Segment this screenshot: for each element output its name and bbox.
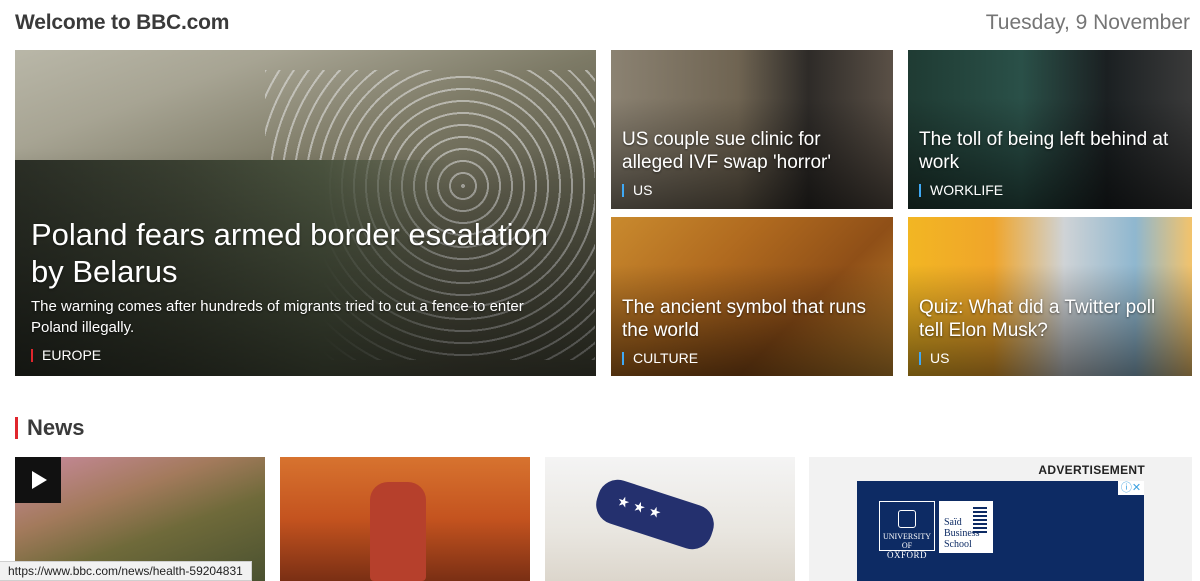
date-display: Tuesday, 9 November (985, 11, 1190, 34)
hero-section-tag[interactable]: EUROPE (31, 348, 101, 362)
ad-banner[interactable]: ⓘ✕ UNIVERSITY OF OXFORD Saïd Business Sc… (857, 481, 1144, 581)
story-card[interactable]: Quiz: What did a Twitter poll tell Elon … (908, 217, 1192, 376)
said-logo-mark-icon (973, 507, 987, 533)
story-section-tag[interactable]: CULTURE (622, 351, 698, 365)
story-headline[interactable]: The ancient symbol that runs the world (622, 296, 883, 342)
story-headline[interactable]: US couple sue clinic for alleged IVF swa… (622, 128, 883, 174)
news-thumbnail[interactable] (545, 457, 795, 581)
advertisement: ADVERTISEMENT ⓘ✕ UNIVERSITY OF OXFORD Sa… (809, 457, 1192, 581)
oxford-top-text: UNIVERSITY OF (883, 532, 931, 550)
top-bar: Welcome to BBC.com Tuesday, 9 November (0, 0, 1200, 40)
story-card[interactable]: The toll of being left behind at work WO… (908, 50, 1192, 209)
story-headline[interactable]: The toll of being left behind at work (919, 128, 1182, 174)
ad-choices-close-icon[interactable]: ⓘ✕ (1118, 481, 1144, 495)
oxford-logo: UNIVERSITY OF OXFORD (879, 501, 935, 560)
hero-summary: The warning comes after hundreds of migr… (31, 298, 524, 336)
news-thumbnail[interactable] (280, 457, 530, 581)
status-bar-url: https://www.bbc.com/news/health-59204831 (0, 561, 252, 581)
play-icon[interactable] (15, 457, 61, 503)
story-section-tag[interactable]: US (622, 183, 652, 197)
ad-label: ADVERTISEMENT (1038, 463, 1145, 477)
oxford-name-text: OXFORD (886, 550, 927, 560)
thumbnail-figure (370, 482, 426, 581)
hero-headline[interactable]: Poland fears armed border escalation by … (31, 216, 586, 290)
story-section-tag[interactable]: WORKLIFE (919, 183, 1003, 197)
crest-icon (898, 510, 916, 528)
sleep-mask-image (590, 474, 720, 555)
story-card[interactable]: US couple sue clinic for alleged IVF swa… (611, 50, 893, 209)
story-card[interactable]: The ancient symbol that runs the world C… (611, 217, 893, 376)
hero-story[interactable]: Poland fears armed border escalation by … (15, 50, 596, 376)
said-business-school-logo: Saïd Business School (939, 501, 993, 553)
story-section-tag[interactable]: US (919, 351, 949, 365)
story-headline[interactable]: Quiz: What did a Twitter poll tell Elon … (919, 296, 1182, 342)
page-title[interactable]: Welcome to BBC.com (15, 11, 229, 35)
news-section-title[interactable]: News (15, 417, 84, 439)
